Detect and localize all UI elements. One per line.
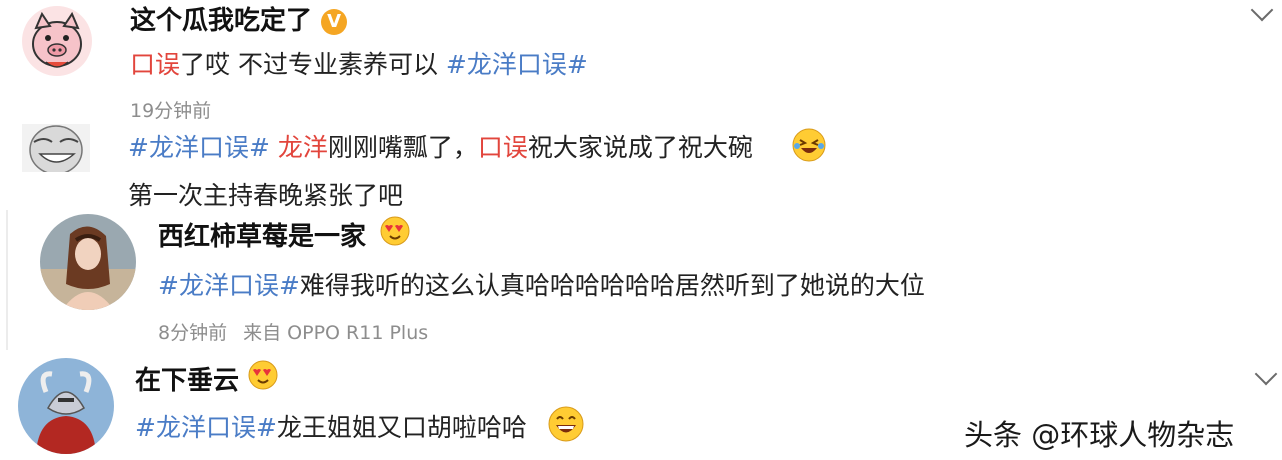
grinning-emoji-icon [548, 406, 584, 442]
comment-text: #龙洋口误#难得我听的这么认真哈哈哈哈哈哈居然听到了她说的大位 [158, 271, 925, 300]
heart-eyes-emoji-icon [248, 360, 278, 390]
avatar[interactable] [18, 358, 114, 454]
chevron-down-icon[interactable] [1250, 0, 1274, 22]
watermark: 头条 @环球人物杂志 [964, 418, 1235, 452]
avatar[interactable] [22, 124, 90, 172]
comment-username[interactable]: 这个瓜我吃定了 V [130, 0, 348, 37]
comment-source: 来自 OPPO R11 Plus [243, 322, 429, 344]
comment-text: #龙洋口误#龙王姐姐又口胡啦哈哈 [135, 413, 527, 442]
face-avatar-icon [22, 124, 90, 172]
comment-meta: 8分钟前 来自 OPPO R11 Plus [158, 318, 428, 345]
avatar[interactable] [22, 6, 92, 76]
laughing-emoji-icon [792, 128, 826, 162]
hashtag-link[interactable]: #龙洋口误# [158, 271, 300, 300]
heart-eyes-emoji-icon [380, 216, 410, 246]
hashtag-link[interactable]: #龙洋口误# [135, 413, 277, 442]
girl-avatar-icon [40, 214, 136, 310]
chevron-down-icon[interactable] [1254, 362, 1278, 386]
comment-time: 19分钟前 [130, 100, 212, 122]
pig-avatar-icon [32, 11, 82, 68]
comment-username[interactable]: 西红柿草莓是一家 [158, 216, 366, 253]
comment-time: 8分钟前 [158, 322, 228, 344]
reply-indent-divider [6, 210, 8, 350]
avatar[interactable] [40, 214, 136, 310]
verified-badge-icon: V [321, 9, 348, 35]
comment-text: #龙洋口误# 龙洋刚刚嘴瓢了，口误祝大家说成了祝大碗 [128, 133, 753, 162]
comment-text-line2: 第一次主持春晚紧张了吧 [128, 181, 404, 210]
hashtag-link[interactable]: #龙洋口误# [446, 50, 588, 79]
warrior-avatar-icon [18, 358, 114, 454]
comment-username[interactable]: 在下垂云 [135, 360, 239, 397]
comment-text: 口误了哎 不过专业素养可以 #龙洋口误# [130, 50, 588, 79]
hashtag-link[interactable]: #龙洋口误# [128, 133, 270, 162]
